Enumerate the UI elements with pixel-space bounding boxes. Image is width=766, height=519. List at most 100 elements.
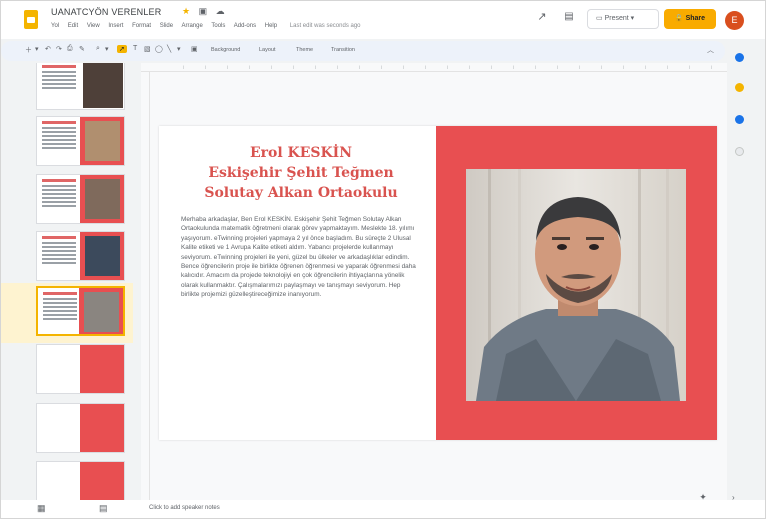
collapse-toolbar-icon[interactable]: ︿ xyxy=(707,45,714,55)
slide-filmstrip[interactable] xyxy=(1,63,133,500)
slides-logo-icon[interactable] xyxy=(24,10,38,29)
line-icon[interactable]: ╲ xyxy=(167,45,171,53)
slide-thumbnail[interactable] xyxy=(36,231,125,281)
slide-title[interactable]: Erol KESKİN Eskişehir Şehit Teğmen Solut… xyxy=(177,143,425,203)
zoom-dropdown-icon[interactable]: ▾ xyxy=(105,45,109,53)
comments-icon[interactable]: ▤ xyxy=(561,9,577,25)
cloud-status-icon[interactable]: ☁ xyxy=(216,6,225,16)
comment-add-icon[interactable]: ▣ xyxy=(191,45,198,53)
ruler-tick-label: | xyxy=(513,64,515,69)
ruler-tick-label: | xyxy=(689,64,691,69)
document-title[interactable]: UANATCYÖN VERENLER xyxy=(51,7,161,17)
transition-button[interactable]: Transition xyxy=(331,47,355,53)
background-button[interactable]: Background xyxy=(211,47,240,53)
select-cursor-icon[interactable]: ➚ xyxy=(117,45,127,53)
slide-editor[interactable]: Erol KESKİN Eskişehir Şehit Teğmen Solut… xyxy=(159,126,717,440)
new-slide-icon[interactable]: ＋ xyxy=(25,45,32,55)
menu-edit[interactable]: Edit xyxy=(68,23,78,29)
shape-icon[interactable]: ◯ xyxy=(155,45,163,53)
filmstrip-view-icon[interactable]: ▤ xyxy=(99,503,108,514)
share-label: Share xyxy=(685,15,706,22)
slide-thumbnail-row[interactable] xyxy=(1,400,133,460)
slide-thumbnail[interactable] xyxy=(36,461,125,500)
vertical-ruler[interactable] xyxy=(141,72,150,500)
ruler-tick-label: | xyxy=(249,64,251,69)
slide-thumbnail-row[interactable] xyxy=(1,228,133,288)
app-header: UANATCYÖN VERENLER ★ ▣ ☁ Yol Edit View I… xyxy=(1,1,765,39)
slide-thumbnail-row[interactable] xyxy=(1,458,133,500)
redo-icon[interactable]: ↷ xyxy=(56,45,62,53)
menu-format[interactable]: Format xyxy=(132,23,151,29)
ruler-tick-label: | xyxy=(447,64,449,69)
lock-icon: 🔒 xyxy=(674,15,686,22)
layout-button[interactable]: Layout xyxy=(259,47,276,53)
menu-file[interactable]: Yol xyxy=(51,23,59,29)
ruler-tick-label: | xyxy=(579,64,581,69)
print-icon[interactable]: ⎙ xyxy=(67,45,73,53)
profile-photo[interactable] xyxy=(466,169,686,401)
slide-body-text[interactable]: Merhaba arkadaşlar, Ben Erol KESKİN. Esk… xyxy=(181,215,419,300)
explore-icon[interactable]: ✦ xyxy=(695,492,711,506)
ruler-tick-label: | xyxy=(623,64,625,69)
new-slide-dropdown-icon[interactable]: ▾ xyxy=(35,45,39,53)
grid-view-icon[interactable]: ▦ xyxy=(37,503,46,514)
menu-help[interactable]: Help xyxy=(265,23,277,29)
title-line-name: Erol KESKİN xyxy=(249,145,353,161)
title-line-school: Solutay Alkan Ortaokulu xyxy=(204,185,398,201)
slide-thumbnail[interactable] xyxy=(36,286,125,336)
menu-tools[interactable]: Tools xyxy=(211,23,225,29)
present-button[interactable]: ▭ Present ▾ xyxy=(587,9,659,29)
ruler-tick-label: | xyxy=(271,64,273,69)
menu-slide[interactable]: Slide xyxy=(160,23,173,29)
zoom-icon[interactable]: ⌕ xyxy=(96,45,100,53)
share-button[interactable]: 🔒 Share xyxy=(664,9,716,29)
add-on-icon[interactable] xyxy=(735,147,744,156)
calendar-icon[interactable] xyxy=(735,53,744,62)
paint-format-icon[interactable]: ✎ xyxy=(79,45,85,53)
keep-icon[interactable] xyxy=(735,83,744,92)
move-folder-icon[interactable]: ▣ xyxy=(199,6,208,16)
ruler-tick-label: | xyxy=(667,64,669,69)
theme-button[interactable]: Theme xyxy=(296,47,313,53)
slide-thumbnail[interactable] xyxy=(36,63,125,110)
slide-thumbnail-row[interactable] xyxy=(1,171,133,231)
menu-bar: Yol Edit View Insert Format Slide Arrang… xyxy=(51,23,368,29)
speaker-notes-field[interactable]: Click to add speaker notes xyxy=(149,505,220,511)
bottom-bar: ▦ ▤ Click to add speaker notes xyxy=(1,500,765,518)
present-icon: ▭ xyxy=(596,15,605,22)
star-icon[interactable]: ★ xyxy=(182,6,190,16)
last-edit-link[interactable]: Last edit was seconds ago xyxy=(290,23,361,29)
undo-icon[interactable]: ↶ xyxy=(45,45,51,53)
slide-thumbnail[interactable] xyxy=(36,174,125,224)
slide-thumbnail-row[interactable] xyxy=(1,63,133,117)
slide-thumbnail-row[interactable] xyxy=(1,341,133,401)
menu-addons[interactable]: Add-ons xyxy=(234,23,256,29)
present-dropdown-icon[interactable]: ▾ xyxy=(629,15,635,22)
title-actions: ★ ▣ ☁ xyxy=(182,6,231,17)
line-dropdown-icon[interactable]: ▾ xyxy=(177,45,181,53)
slide-thumbnail[interactable] xyxy=(36,344,125,394)
activity-icon[interactable]: ↗ xyxy=(534,9,550,25)
image-icon[interactable]: ▧ xyxy=(144,45,151,53)
account-avatar[interactable]: E xyxy=(725,11,744,30)
ruler-tick-label: | xyxy=(183,64,185,69)
ruler-tick-label: | xyxy=(293,64,295,69)
ruler-tick-label: | xyxy=(645,64,647,69)
ruler-tick-label: | xyxy=(557,64,559,69)
text-box-icon[interactable]: T xyxy=(133,45,137,52)
menu-view[interactable]: View xyxy=(87,23,100,29)
title-line-city: Eskişehir Şehit Teğmen xyxy=(208,165,394,181)
side-panel-toggle-icon[interactable]: › xyxy=(732,493,735,502)
ruler-tick-label: | xyxy=(227,64,229,69)
ruler-tick-label: | xyxy=(381,64,383,69)
slide-thumbnail-row-selected[interactable] xyxy=(1,283,133,343)
menu-arrange[interactable]: Arrange xyxy=(181,23,202,29)
horizontal-ruler[interactable]: | | | | | | | | | | | | | | | | | | | | | | | | | xyxy=(141,63,727,72)
tasks-icon[interactable] xyxy=(735,115,744,124)
menu-insert[interactable]: Insert xyxy=(108,23,123,29)
slide-thumbnail-row[interactable] xyxy=(1,113,133,173)
ruler-tick-label: | xyxy=(469,64,471,69)
ruler-tick-label: | xyxy=(711,64,713,69)
slide-thumbnail[interactable] xyxy=(36,403,125,453)
slide-thumbnail[interactable] xyxy=(36,116,125,166)
